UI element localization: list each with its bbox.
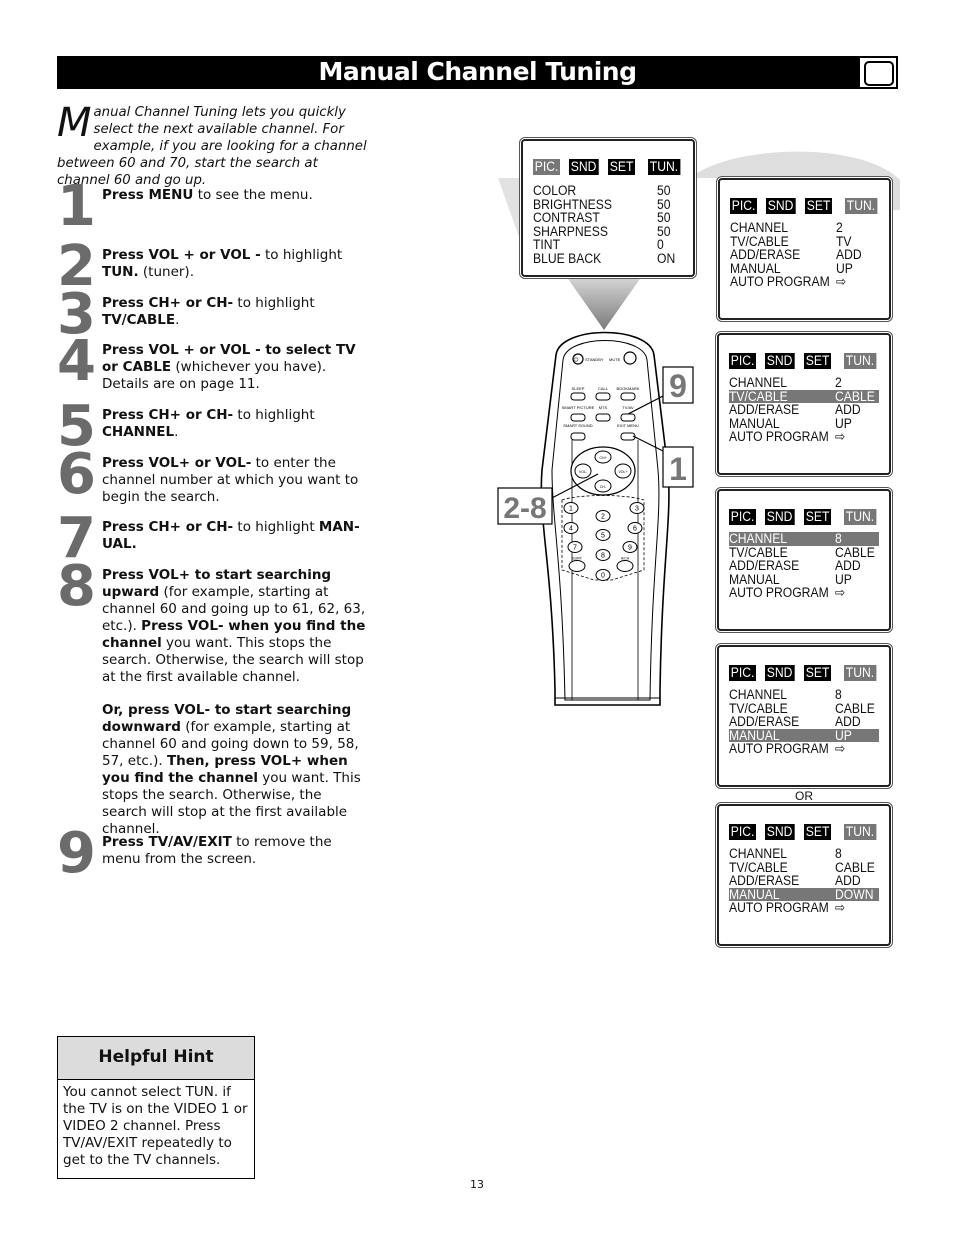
- sleep-button: [570, 392, 586, 401]
- call-button: [595, 392, 611, 401]
- digit-label: 6: [633, 526, 637, 533]
- surf-button: [568, 560, 586, 572]
- callout-label: 9: [669, 368, 687, 404]
- digit-label: 4: [569, 526, 573, 533]
- sleep-label: SLEEP: [572, 386, 585, 391]
- a-ch-label: A/CH: [621, 557, 630, 561]
- tv-av-label: TV/AV: [622, 405, 634, 410]
- digit-label: 3: [635, 506, 639, 513]
- surf-label: SURF: [572, 557, 582, 561]
- bookmark-button: [620, 392, 636, 401]
- mute-label: MUTE: [609, 357, 621, 362]
- smart-picture-label: SMART PICTURE: [562, 405, 595, 410]
- a-ch-button: [616, 560, 634, 572]
- standby-label: STANDBY: [585, 357, 604, 362]
- svg-text:VOL-: VOL-: [579, 470, 588, 474]
- remote-control: ⏻ STANDBY MUTE SLEEP CALL BOOKMARK SMART…: [497, 331, 694, 706]
- digit-label: 5: [601, 533, 605, 540]
- svg-text:VOL+: VOL+: [618, 470, 627, 474]
- mts-label: MTS: [599, 405, 608, 410]
- bookmark-label: BOOKMARK: [616, 386, 639, 391]
- digit-label: 9: [628, 545, 632, 552]
- exit-menu-label: EXIT MENU: [617, 423, 639, 428]
- digit-label: 1: [569, 506, 573, 513]
- smart-picture-button: [570, 413, 586, 422]
- digit-label: 7: [573, 545, 577, 552]
- digit-label: 2: [601, 514, 605, 521]
- smart-sound-button: [570, 432, 586, 441]
- tv-av-button: [620, 413, 636, 422]
- svg-text:CH+: CH+: [599, 456, 606, 460]
- svg-text:CH-: CH-: [600, 485, 607, 489]
- callout-label: 2-8: [503, 492, 546, 525]
- power-icon: ⏻: [574, 357, 579, 364]
- mts-button: [595, 413, 611, 422]
- smart-sound-label: SMART SOUND: [563, 423, 593, 428]
- call-label: CALL: [598, 386, 609, 391]
- callout-label: 1: [669, 451, 687, 487]
- digit-label: 0: [601, 573, 605, 580]
- mute-button: [623, 351, 637, 365]
- digit-label: 8: [601, 553, 605, 560]
